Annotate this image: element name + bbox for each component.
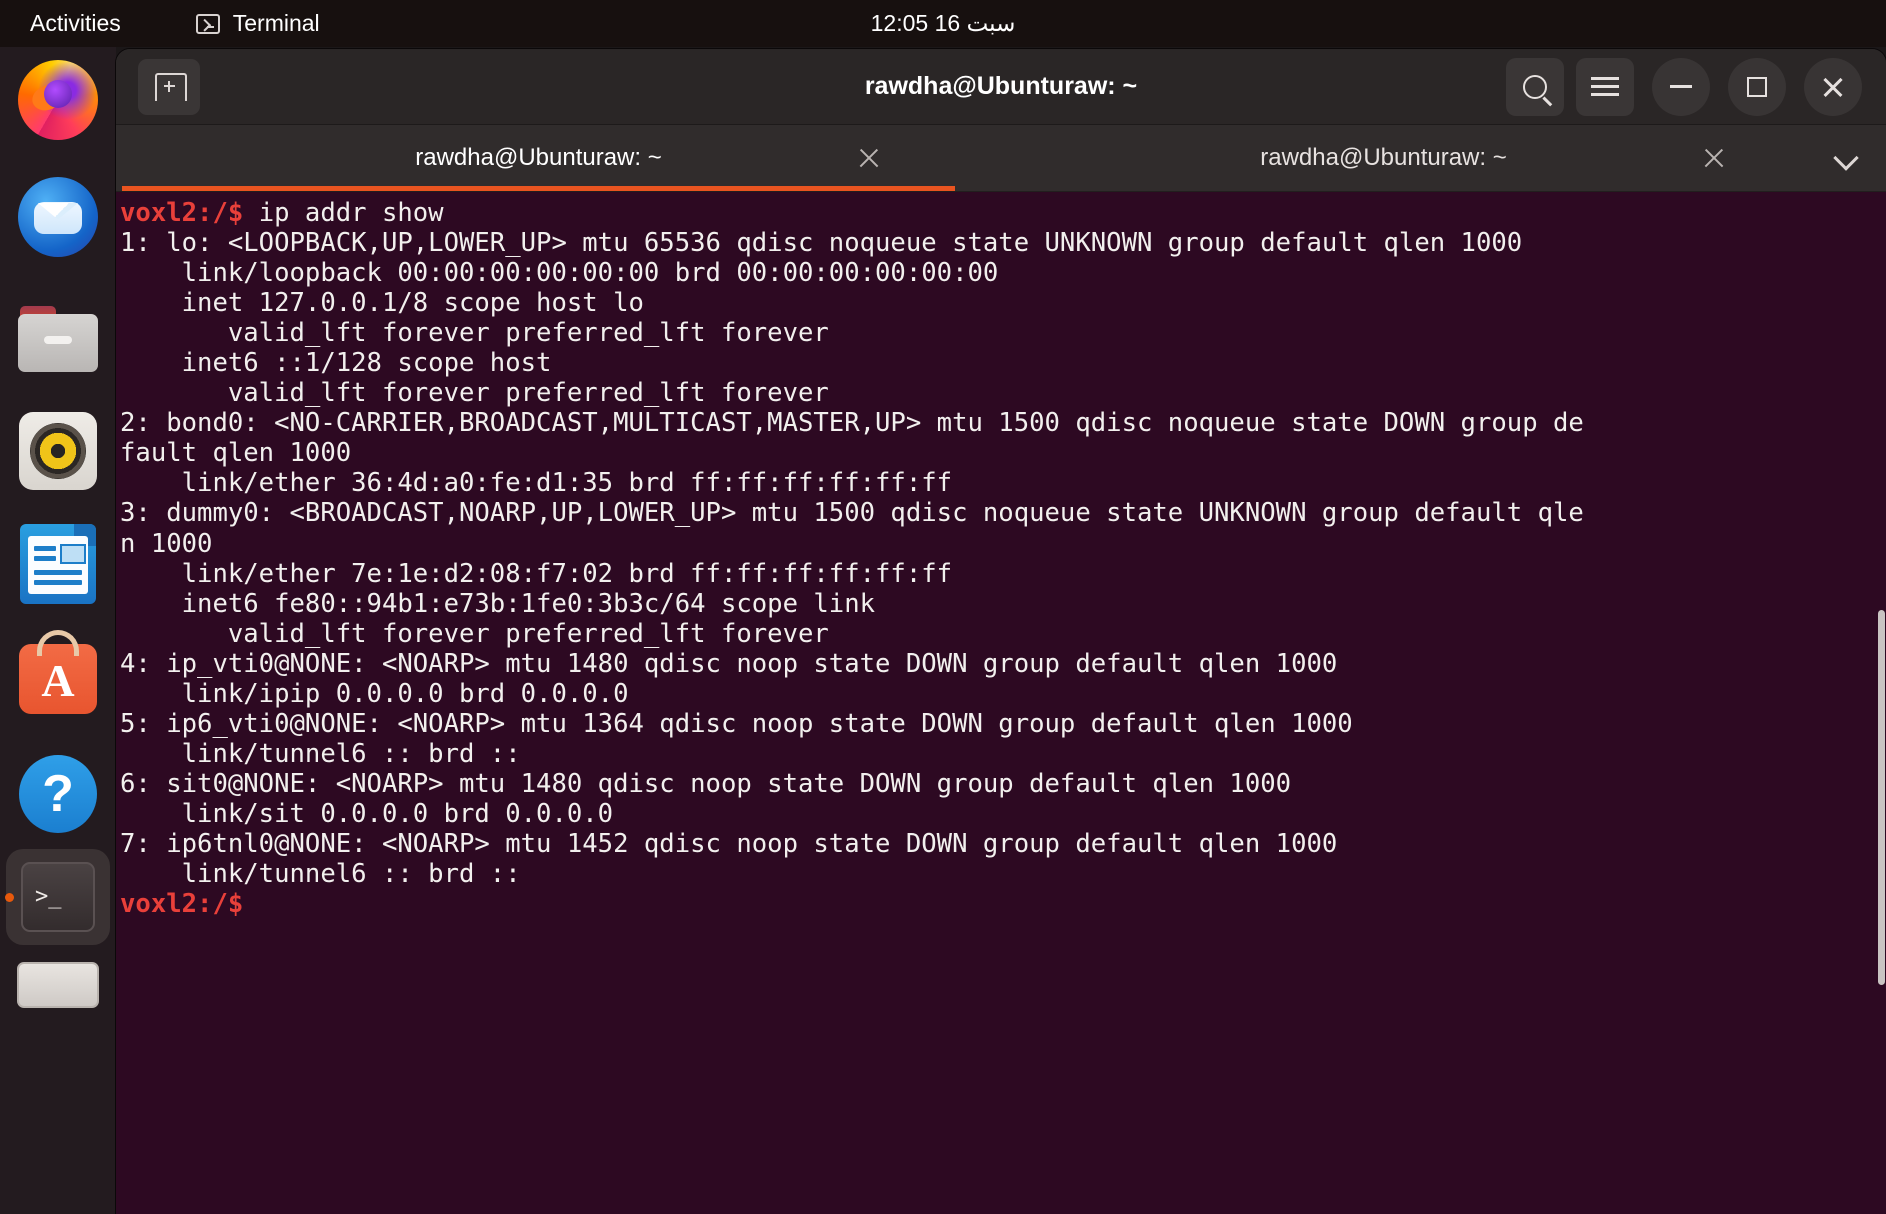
tab-new-icon [155, 72, 187, 101]
hamburger-icon [1591, 76, 1619, 97]
maximize-icon [1747, 76, 1767, 97]
minimize-button[interactable] [1652, 57, 1710, 116]
tab-close-button[interactable] [857, 146, 881, 170]
scrollbar-thumb[interactable] [1878, 610, 1885, 985]
window-header-actions [1506, 57, 1886, 116]
terminal-body[interactable]: voxl2:/$ ip addr show 1: lo: <LOOPBACK,U… [116, 192, 1886, 1214]
thunderbird-icon [18, 177, 98, 257]
dock-item-rhythmbox[interactable] [16, 409, 100, 493]
close-button[interactable] [1804, 57, 1862, 116]
tab-label: rawdha@Ubunturaw: ~ [415, 144, 662, 171]
ubuntu-software-icon: A [19, 630, 97, 714]
close-icon [1821, 75, 1845, 99]
tab-close-button[interactable] [1702, 146, 1726, 170]
show-applications-icon [17, 962, 99, 1008]
app-indicator-terminal[interactable]: Terminal [195, 10, 320, 37]
firefox-icon [18, 60, 98, 140]
clock-label[interactable]: 12:05 16 سبت [871, 10, 1016, 36]
running-indicator-dot [5, 893, 14, 902]
tab-1[interactable]: rawdha@Ubunturaw: ~ [961, 125, 1806, 191]
desktop-root: Activities Terminal 12:05 16 سبت A ? >_ … [0, 0, 1886, 1214]
minimize-icon [1670, 85, 1692, 88]
activities-button[interactable]: Activities [30, 10, 121, 37]
dock-item-thunderbird[interactable] [16, 175, 100, 259]
terminal-window: rawdha@Ubunturaw: ~ rawdha@Ubunturaw: ~ … [116, 49, 1886, 1214]
files-folder-icon [18, 306, 98, 372]
dock-item-firefox[interactable] [16, 58, 100, 142]
dock: A ? >_ [0, 47, 116, 1214]
terminal-icon [195, 13, 220, 34]
dock-item-ubuntu-software[interactable]: A [16, 630, 100, 721]
search-button[interactable] [1506, 57, 1564, 116]
terminal-scrollbar[interactable] [1877, 192, 1886, 1214]
help-icon: ? [19, 755, 97, 833]
window-header: rawdha@Ubunturaw: ~ [116, 49, 1886, 125]
rhythmbox-icon [19, 412, 97, 490]
gnome-top-bar: Activities Terminal 12:05 16 سبت [0, 0, 1886, 47]
libreoffice-writer-icon [20, 524, 96, 604]
dock-item-show-applications[interactable] [16, 962, 100, 1022]
menu-button[interactable] [1576, 57, 1634, 116]
terminal-output: voxl2:/$ ip addr show 1: lo: <LOOPBACK,U… [120, 198, 1584, 920]
tab-label: rawdha@Ubunturaw: ~ [1260, 144, 1507, 171]
app-indicator-label: Terminal [232, 10, 320, 36]
dock-item-terminal[interactable]: >_ [5, 849, 110, 945]
dock-item-help[interactable]: ? [16, 752, 100, 836]
tab-0[interactable]: rawdha@Ubunturaw: ~ [116, 125, 961, 191]
maximize-button[interactable] [1728, 57, 1786, 116]
tab-bar: rawdha@Ubunturaw: ~ rawdha@Ubunturaw: ~ [116, 125, 1886, 192]
dock-item-libreoffice-writer[interactable] [16, 522, 100, 606]
dock-item-files[interactable] [16, 297, 100, 381]
terminal-icon: >_ [21, 862, 95, 932]
new-tab-button[interactable] [138, 58, 200, 115]
tab-list-dropdown-button[interactable] [1806, 125, 1886, 191]
chevron-down-icon [1835, 147, 1857, 169]
search-icon [1523, 74, 1547, 99]
